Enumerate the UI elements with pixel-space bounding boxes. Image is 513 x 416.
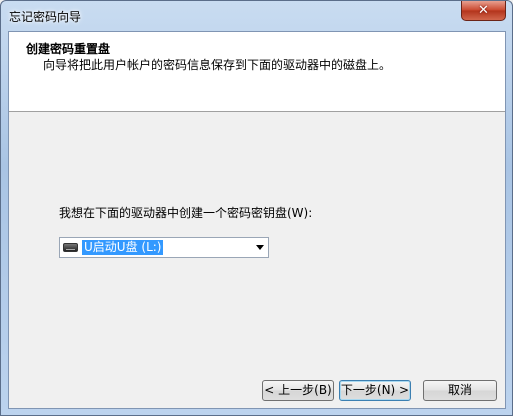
close-button[interactable]: ✕ bbox=[461, 1, 506, 21]
cancel-button[interactable]: 取消 bbox=[423, 380, 497, 401]
drive-select[interactable]: U启动U盘 (L:) bbox=[59, 237, 269, 258]
usb-drive-icon bbox=[63, 243, 78, 252]
wizard-window: 忘记密码向导 ✕ 创建密码重置盘 向导将把此用户帐户的密码信息保存到下面的驱动器… bbox=[0, 0, 513, 416]
chevron-down-icon[interactable] bbox=[256, 245, 264, 250]
drive-select-value: U启动U盘 (L:) bbox=[82, 240, 164, 255]
next-button[interactable]: 下一步(N) > bbox=[339, 380, 411, 401]
wizard-header: 创建密码重置盘 向导将把此用户帐户的密码信息保存到下面的驱动器中的磁盘上。 bbox=[9, 32, 505, 112]
drive-prompt-label: 我想在下面的驱动器中创建一个密码密钥盘(W): bbox=[59, 206, 313, 220]
page-subtitle: 向导将把此用户帐户的密码信息保存到下面的驱动器中的磁盘上。 bbox=[43, 58, 392, 72]
back-button[interactable]: < 上一步(B) bbox=[262, 380, 334, 401]
close-icon: ✕ bbox=[478, 3, 489, 18]
window-title: 忘记密码向导 bbox=[9, 10, 82, 24]
wizard-client: 创建密码重置盘 向导将把此用户帐户的密码信息保存到下面的驱动器中的磁盘上。 我想… bbox=[8, 31, 506, 409]
title-bar[interactable]: 忘记密码向导 ✕ bbox=[1, 1, 512, 31]
page-title: 创建密码重置盘 bbox=[26, 42, 111, 56]
